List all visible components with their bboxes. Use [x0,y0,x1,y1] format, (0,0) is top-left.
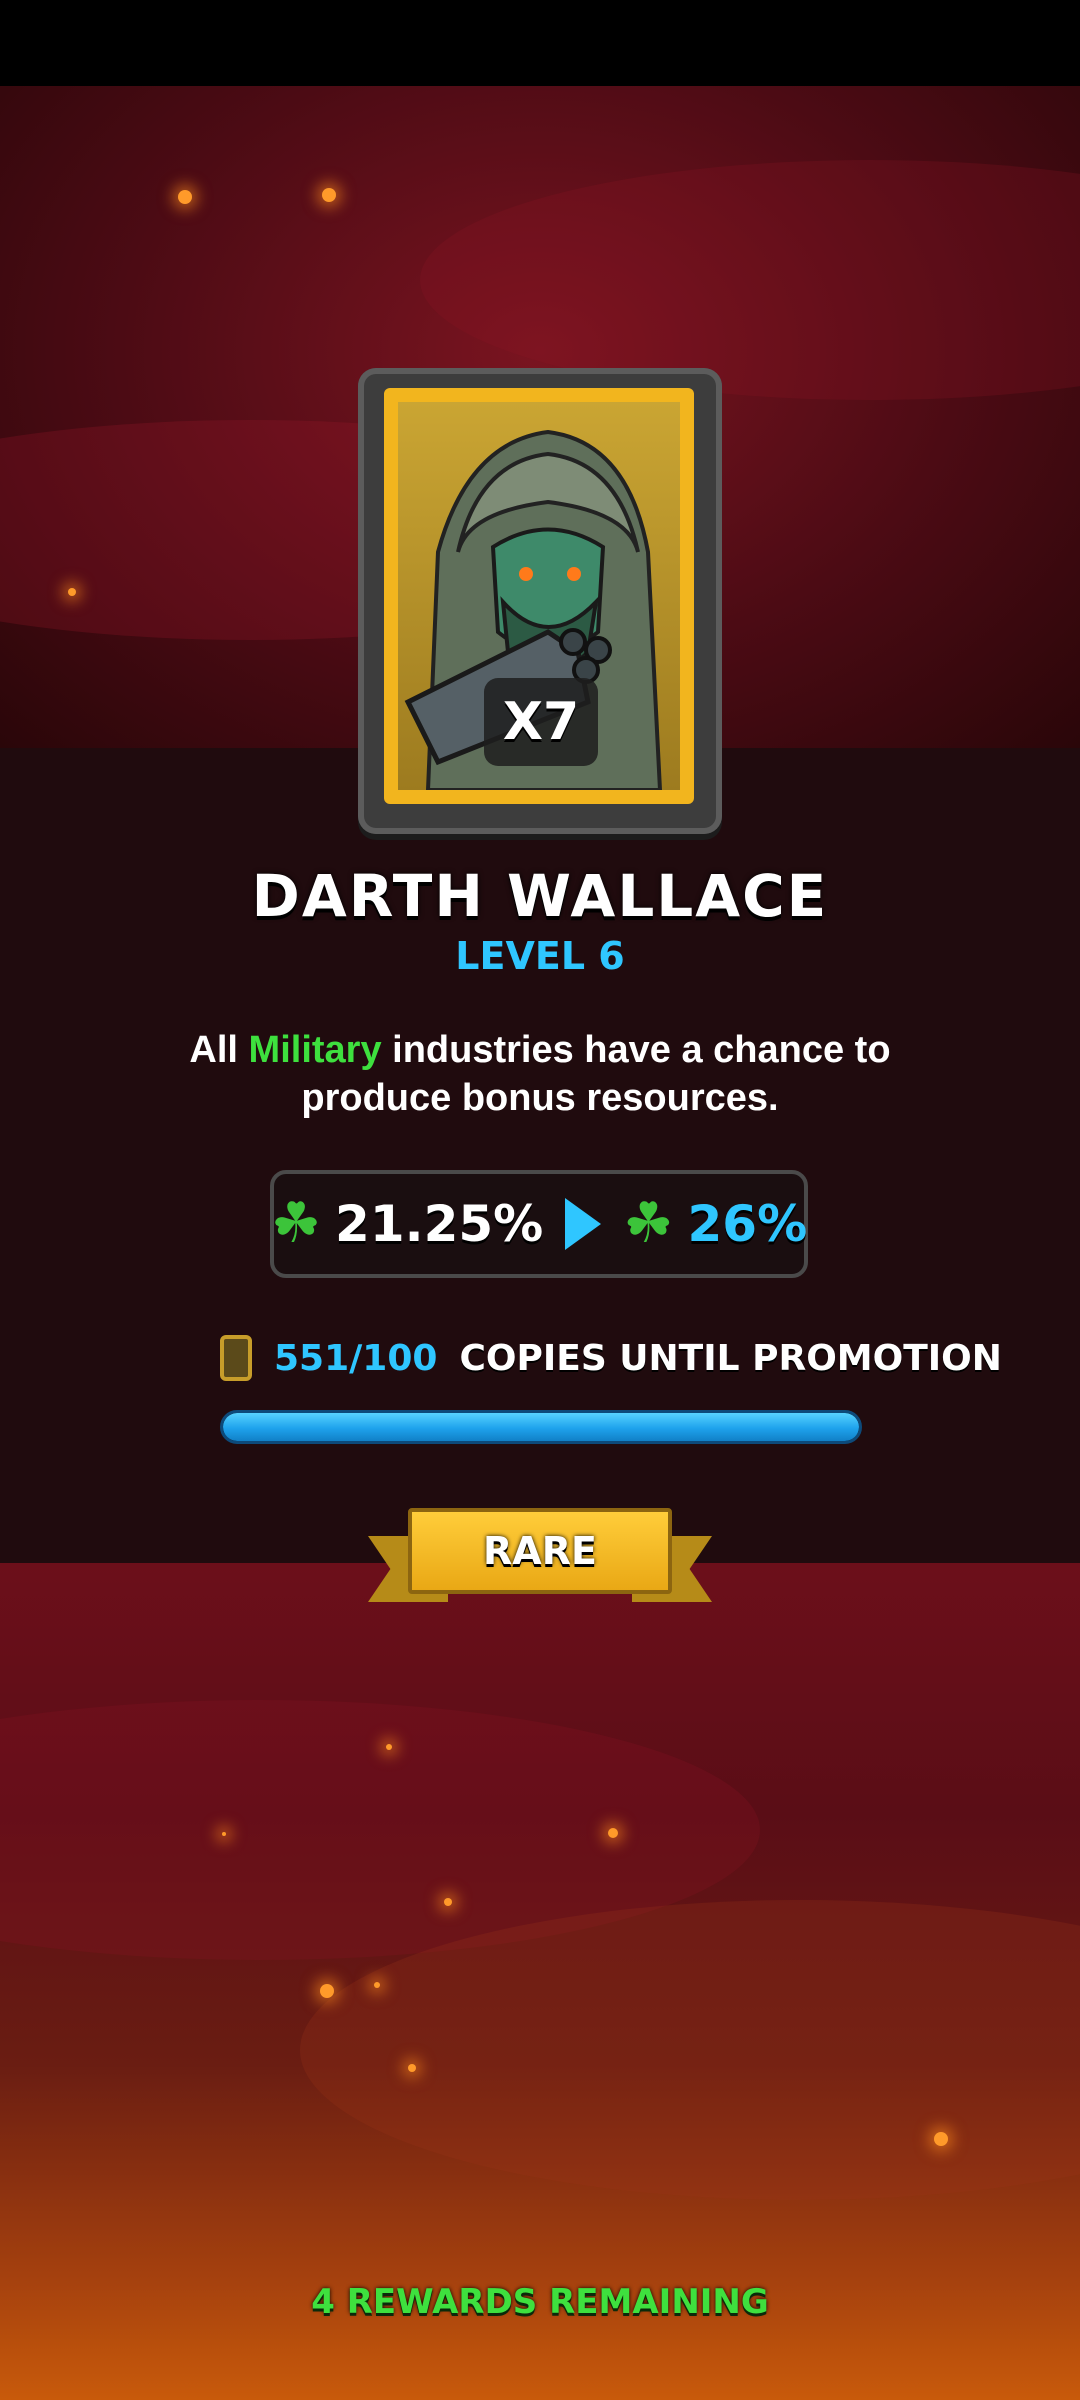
clover-icon: ☘ [623,1191,674,1256]
description-prefix: All [189,1029,249,1071]
play-arrow-icon [565,1198,602,1250]
copies-count: 551/100 [274,1337,438,1379]
ember-spark [386,1744,392,1750]
promotion-progress-bar [220,1410,862,1444]
current-stat-value: 21.25% [335,1195,544,1253]
description-highlight: Military [248,1029,382,1071]
ember-spark [608,1828,618,1838]
description-suffix: industries have a chance to produce bonu… [301,1029,891,1119]
ember-spark [408,2064,416,2072]
hero-name: DARTH WALLACE [251,862,829,930]
ember-spark [374,1982,380,1988]
ember-spark [934,2132,948,2146]
ember-spark [222,1832,226,1836]
promotion-progress-fill [223,1413,859,1441]
card-copy-icon [220,1335,252,1381]
promotion-info: 551/100 COPIES UNTIL PROMOTION [220,1332,1002,1384]
card-quantity-badge: X7 [484,678,598,766]
hero-level: LEVEL 6 [455,934,625,978]
ribbon-banner: RARE [408,1508,672,1594]
next-stat-value: 26% [687,1195,808,1253]
clover-icon: ☘ [270,1191,322,1256]
copies-label: COPIES UNTIL PROMOTION [459,1337,1002,1379]
ember-spark [68,588,76,596]
rarity-label: RARE [483,1529,597,1573]
status-bar [0,0,1080,86]
hero-card[interactable]: X7 [358,368,722,834]
rarity-ribbon: RARE [368,1508,712,1604]
rewards-remaining[interactable]: 4 REWARDS REMAINING [0,2282,1080,2322]
stat-upgrade-panel: ☘ 21.25% ☘ 26% [270,1170,808,1278]
ember-spark [178,190,192,204]
ember-spark [322,188,336,202]
ability-description: All Military industries have a chance to… [150,1026,930,1122]
ember-spark [320,1984,334,1998]
ember-spark [444,1898,452,1906]
